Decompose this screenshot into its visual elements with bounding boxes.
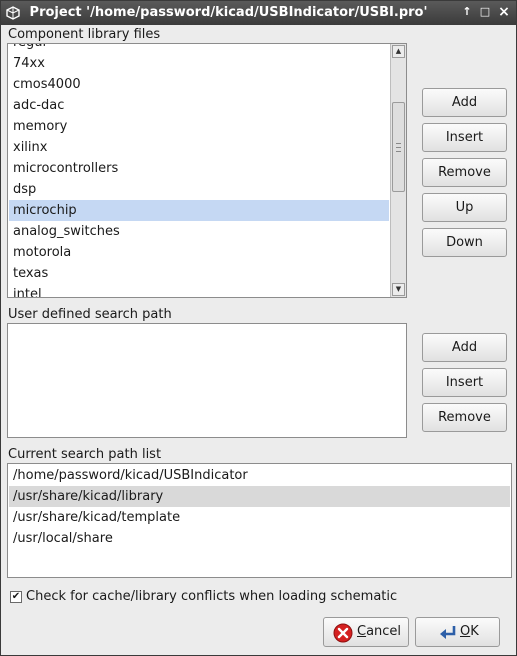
- component-libs-label: Component library files: [8, 27, 161, 42]
- title-bar[interactable]: Project '/home/password/kicad/USBIndicat…: [1, 1, 516, 25]
- list-item[interactable]: texas: [9, 263, 389, 284]
- list-item[interactable]: cmos4000: [9, 74, 389, 95]
- cancel-label: Cancel: [357, 624, 402, 639]
- list-item[interactable]: regul: [9, 44, 389, 53]
- cache-check-checkbox[interactable]: ✔: [10, 591, 22, 603]
- enter-arrow-icon: [440, 626, 456, 639]
- path-insert-button[interactable]: Insert: [422, 368, 507, 397]
- ok-button[interactable]: OK: [415, 617, 500, 647]
- scroll-up-icon[interactable]: ▲: [392, 45, 405, 58]
- component-list-scrollbar[interactable]: ▲ ▼: [390, 44, 406, 297]
- close-icon[interactable]: ×: [496, 4, 512, 20]
- list-item[interactable]: memory: [9, 116, 389, 137]
- lib-remove-button[interactable]: Remove: [422, 158, 507, 187]
- component-library-list[interactable]: regul74xxcmos4000adc-dacmemoryxilinxmicr…: [7, 43, 407, 298]
- user-search-path-list[interactable]: [7, 323, 407, 438]
- maximize-icon[interactable]: □: [477, 4, 493, 20]
- ok-label: OK: [460, 624, 479, 639]
- list-item[interactable]: microchip: [9, 200, 389, 221]
- list-item[interactable]: 74xx: [9, 53, 389, 74]
- list-item[interactable]: /usr/share/kicad/template: [9, 507, 510, 528]
- list-item[interactable]: microcontrollers: [9, 158, 389, 179]
- list-item[interactable]: intel: [9, 284, 389, 297]
- lib-down-button[interactable]: Down: [422, 228, 507, 257]
- list-item[interactable]: dsp: [9, 179, 389, 200]
- current-path-label: Current search path list: [8, 447, 162, 462]
- window-title: Project '/home/password/kicad/USBIndicat…: [29, 5, 428, 20]
- list-item[interactable]: adc-dac: [9, 95, 389, 116]
- cancel-button[interactable]: Cancel: [323, 617, 409, 647]
- scroll-thumb[interactable]: [392, 102, 405, 192]
- scroll-down-icon[interactable]: ▼: [392, 283, 405, 296]
- list-item[interactable]: /usr/local/share: [9, 528, 510, 549]
- cache-check-label: Check for cache/library conflicts when l…: [26, 589, 398, 604]
- path-add-button[interactable]: Add: [422, 333, 507, 362]
- list-item[interactable]: xilinx: [9, 137, 389, 158]
- list-item[interactable]: motorola: [9, 242, 389, 263]
- list-item[interactable]: /home/password/kicad/USBIndicator: [9, 465, 510, 486]
- roll-up-icon[interactable]: ↑: [459, 4, 475, 20]
- lib-insert-button[interactable]: Insert: [422, 123, 507, 152]
- user-path-label: User defined search path: [8, 307, 172, 322]
- lib-up-button[interactable]: Up: [422, 193, 507, 222]
- list-item[interactable]: /usr/share/kicad/library: [9, 486, 510, 507]
- cancel-icon: [333, 623, 353, 643]
- list-item[interactable]: analog_switches: [9, 221, 389, 242]
- path-remove-button[interactable]: Remove: [422, 403, 507, 432]
- lib-add-button[interactable]: Add: [422, 88, 507, 117]
- current-search-path-list[interactable]: /home/password/kicad/USBIndicator/usr/sh…: [7, 463, 512, 578]
- project-dialog: Project '/home/password/kicad/USBIndicat…: [0, 0, 517, 656]
